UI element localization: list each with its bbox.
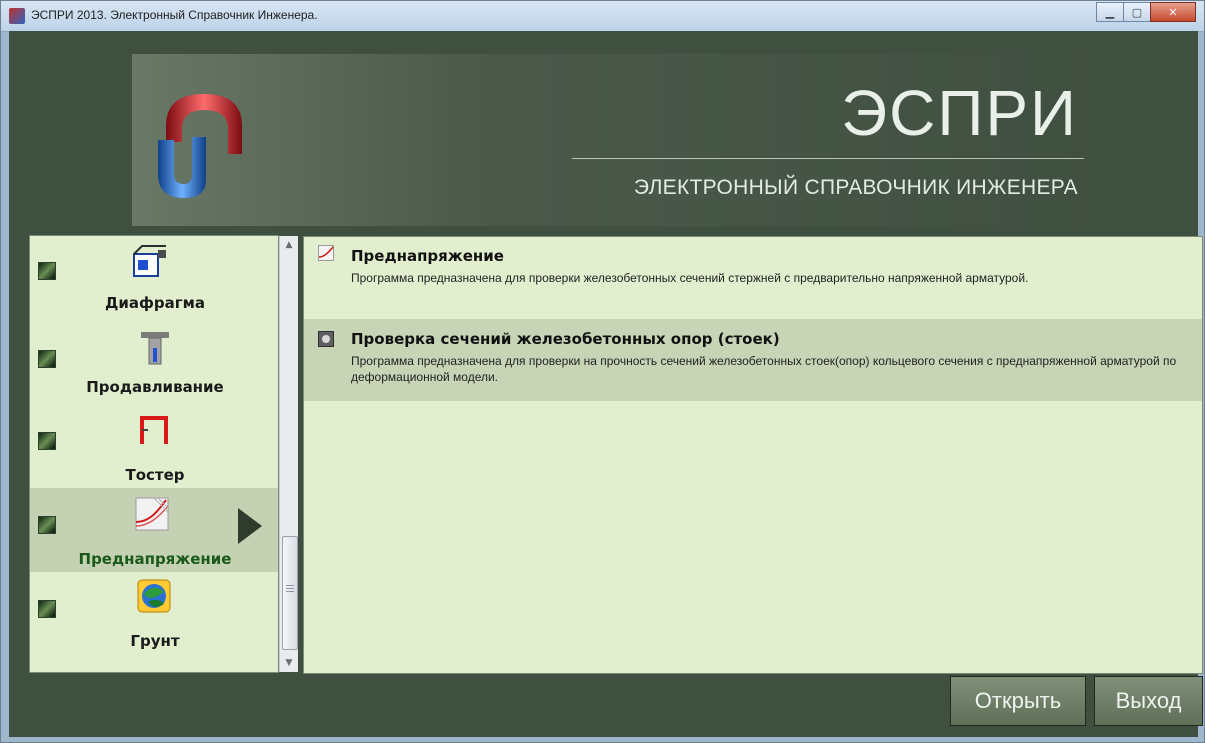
selected-arrow-icon	[238, 508, 262, 544]
window-title: ЭСПРИ 2013. Электронный Справочник Инжен…	[31, 8, 318, 22]
app-icon	[9, 8, 25, 24]
maximize-button[interactable]: ▢	[1123, 2, 1151, 22]
entry-description: Программа предназначена для проверки на …	[351, 354, 1177, 384]
sidebar-item-label: Грунт	[130, 632, 180, 650]
scroll-down-icon[interactable]: ▼	[282, 656, 296, 670]
header-banner: ЭСПРИ ЭЛЕКТРОННЫЙ СПРАВОЧНИК ИНЖЕНЕРА	[132, 54, 1098, 226]
diaphragm-icon	[133, 245, 166, 277]
sidebar-item-label: Продавливание	[86, 378, 224, 396]
entry-title: Преднапряжение	[351, 247, 504, 265]
scroll-grip-icon	[286, 585, 294, 586]
frame-icon	[140, 416, 168, 444]
bullet-icon	[38, 432, 56, 450]
sidebar-item-label: Диафрагма	[105, 294, 205, 312]
list-item-soil[interactable]: Грунт	[30, 572, 278, 656]
list-scrollbar[interactable]: ▲ ▼	[279, 236, 298, 672]
list-item-punching[interactable]: Продавливание	[30, 320, 278, 404]
minimize-button[interactable]: ▁	[1096, 2, 1124, 22]
title-bar[interactable]: ЭСПРИ 2013. Электронный Справочник Инжен…	[1, 1, 1204, 32]
program-details-panel: Преднапряжение Программа предназначена д…	[303, 236, 1203, 674]
list-item-prestress[interactable]: Преднапряжение	[30, 488, 278, 572]
program-list: Диафрагма Продавливание Тостер Преднапря…	[29, 235, 279, 673]
entry-rc-poles[interactable]: Проверка сечений железобетонных опор (ст…	[304, 319, 1202, 401]
entry-description: Программа предназначена для проверки жел…	[351, 271, 1029, 285]
brand-name: ЭСПРИ	[841, 77, 1078, 149]
entry-title: Проверка сечений железобетонных опор (ст…	[351, 330, 780, 348]
ring-section-icon	[318, 331, 334, 347]
exit-button[interactable]: Выход	[1094, 676, 1203, 726]
logo-icon	[158, 94, 242, 198]
sidebar-item-label: Тостер	[125, 466, 185, 484]
punching-icon	[141, 332, 169, 365]
brand-divider	[572, 158, 1084, 159]
prestress-icon	[135, 497, 169, 531]
scroll-thumb[interactable]	[282, 536, 298, 650]
prestress-small-icon	[318, 245, 334, 261]
sidebar-item-label: Преднапряжение	[78, 550, 232, 568]
bullet-icon	[38, 350, 56, 368]
open-button[interactable]: Открыть	[950, 676, 1086, 726]
bullet-icon	[38, 516, 56, 534]
entry-prestress[interactable]: Преднапряжение Программа предназначена д…	[304, 237, 1202, 319]
bullet-icon	[38, 600, 56, 618]
app-window: ЭСПРИ 2013. Электронный Справочник Инжен…	[0, 0, 1205, 743]
main-area: ЭСПРИ ЭЛЕКТРОННЫЙ СПРАВОЧНИК ИНЖЕНЕРА Ди…	[9, 31, 1203, 737]
brand-subtitle: ЭЛЕКТРОННЫЙ СПРАВОЧНИК ИНЖЕНЕРА	[633, 176, 1078, 199]
soil-icon	[137, 579, 171, 613]
list-item-diaphragm[interactable]: Диафрагма	[30, 236, 278, 320]
list-item-toaster[interactable]: Тостер	[30, 404, 278, 488]
close-button[interactable]: ✕	[1150, 2, 1196, 22]
bullet-icon	[38, 262, 56, 280]
window-controls: ▁ ▢ ✕	[1096, 2, 1196, 22]
scroll-up-icon[interactable]: ▲	[282, 238, 296, 252]
